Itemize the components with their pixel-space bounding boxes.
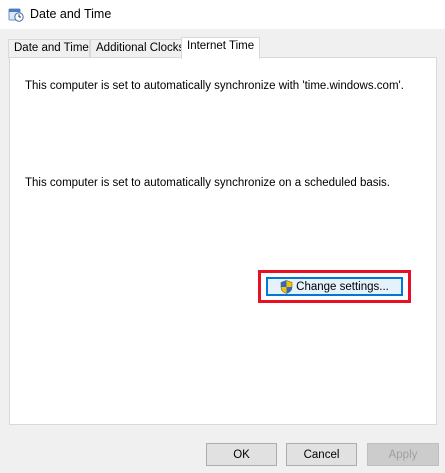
ok-button[interactable]: OK [206,443,277,466]
uac-shield-icon [280,279,293,294]
tab-strip: Date and Time Additional Clocks Internet… [8,37,438,59]
apply-button[interactable]: Apply [367,443,439,466]
date-time-dialog: Date and Time Date and Time Additional C… [0,0,445,473]
clock-globe-icon [8,6,24,22]
title-bar: Date and Time [0,0,445,29]
window-title: Date and Time [30,7,112,21]
sync-schedule-message: This computer is set to automatically sy… [25,177,390,189]
sync-server-message: This computer is set to automatically sy… [25,80,404,92]
change-settings-button[interactable]: Change settings... [266,277,403,296]
cancel-button[interactable]: Cancel [286,443,357,466]
tab-date-and-time[interactable]: Date and Time [8,39,90,58]
tab-internet-time[interactable]: Internet Time [181,37,260,59]
change-settings-label: Change settings... [296,280,389,293]
tab-additional-clocks[interactable]: Additional Clocks [90,39,184,58]
highlight-box: Change settings... [258,270,411,303]
internet-time-panel: This computer is set to automatically sy… [9,57,437,425]
